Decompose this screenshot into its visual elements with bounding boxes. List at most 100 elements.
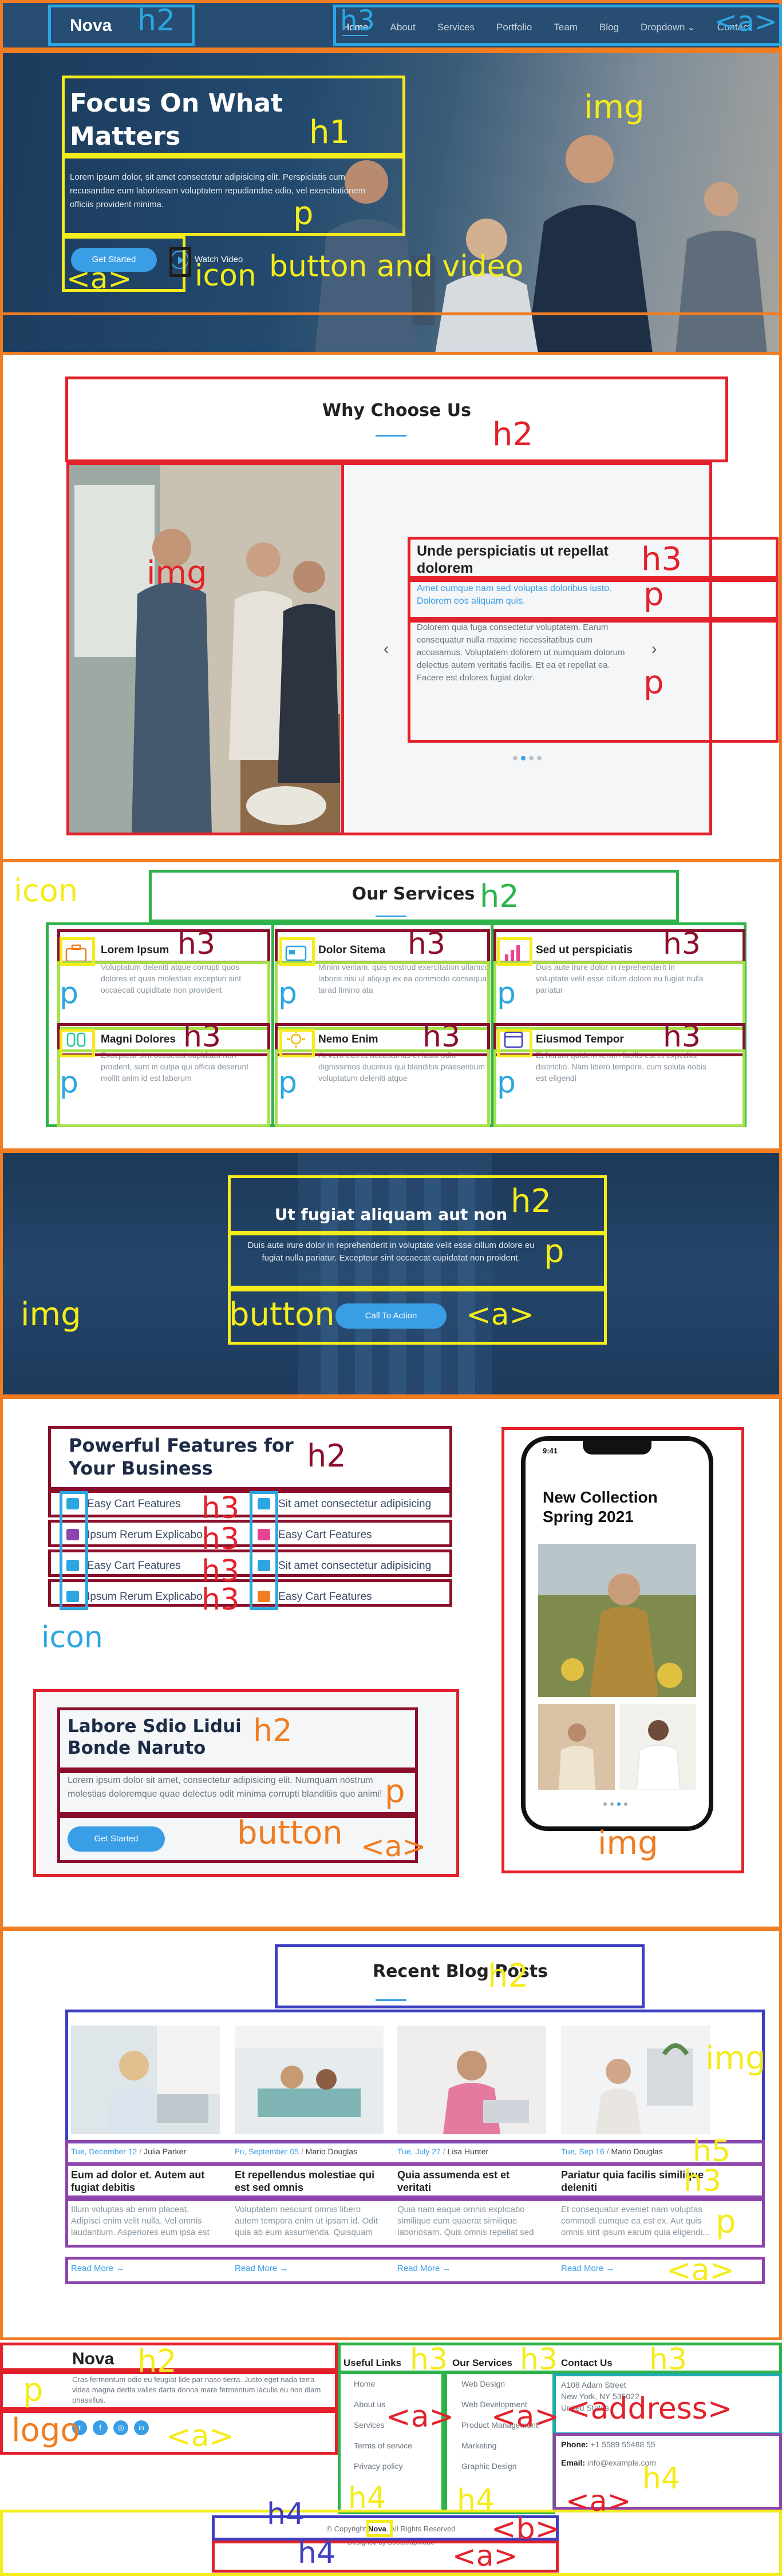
annotation-label: h2 [307, 1438, 346, 1474]
nav-team[interactable]: Team [554, 22, 578, 36]
blog-title: Recent Blog Posts [372, 1961, 548, 1981]
annotation-label: p [544, 1233, 564, 1270]
footer-brand[interactable]: Nova [72, 2349, 114, 2369]
blog-title-underline [376, 1999, 406, 2001]
feature-item: Sit amet consectetur adipisicing [278, 1560, 432, 1572]
annotation-label: <a> [66, 262, 132, 295]
nav-portfolio[interactable]: Portfolio [496, 22, 532, 36]
feature-item: Easy Cart Features [278, 1591, 372, 1603]
play-icon [171, 251, 189, 269]
arrow-right-icon: → [279, 2264, 289, 2273]
cart-icon [66, 1498, 79, 1509]
annotation-label: h4 [298, 2536, 336, 2570]
binoculars-icon [66, 1032, 86, 1047]
annotation-label: h4 [642, 2462, 681, 2496]
annotation-label: h3 [520, 2343, 558, 2377]
blog-author: Julia Parker [144, 2147, 187, 2156]
blog-image[interactable] [561, 2026, 710, 2134]
slide-dot-1[interactable] [513, 756, 518, 760]
slide-dot-4[interactable] [537, 756, 542, 760]
blog-image[interactable] [71, 2026, 220, 2134]
linkedin-icon[interactable]: in [134, 2420, 149, 2435]
blog-image[interactable] [235, 2026, 384, 2134]
box-icon [66, 1560, 79, 1571]
service-title[interactable]: Eiusmod Tempor [536, 1033, 624, 1046]
annotation-label: h3 [408, 927, 446, 961]
footer-link[interactable]: Graphic Design [461, 2462, 517, 2471]
service-title[interactable]: Lorem Ipsum [101, 944, 169, 957]
features-title: Powerful Features for Your Business [69, 1434, 294, 1479]
service-title[interactable]: Nemo Enim [318, 1033, 378, 1046]
slide-dot-2[interactable] [521, 756, 526, 760]
facebook-icon[interactable]: f [93, 2420, 108, 2435]
services-section [0, 863, 782, 1150]
nav-blog[interactable]: Blog [599, 22, 619, 36]
alarm-icon [258, 1591, 270, 1602]
blog-date: Tue, Sep 16 [561, 2147, 605, 2156]
annotation-label: h4 [267, 2497, 305, 2531]
nav-about[interactable]: About [390, 22, 415, 36]
footer-link[interactable]: About us [354, 2400, 385, 2409]
footer-about: Cras fermentum odio eu feugiat lide par … [72, 2375, 321, 2404]
service-text: Minim veniam, quis nostrud exercitation … [318, 962, 489, 994]
annotation-label: p [60, 976, 79, 1010]
calendar-icon [504, 1031, 523, 1048]
annotation-label: h2 [511, 1183, 552, 1220]
slide-dot-3[interactable] [529, 756, 534, 760]
footer-link[interactable]: Terms of service [354, 2441, 412, 2450]
service-text: At vero eos et accusamus et iusto odio d… [318, 1051, 485, 1083]
phone-value[interactable]: +1 5589 55488 55 [590, 2440, 655, 2449]
slide-pagination[interactable] [513, 756, 542, 762]
footer-link[interactable]: Services [354, 2420, 385, 2430]
list-icon [66, 1591, 79, 1602]
instagram-icon[interactable]: ◎ [113, 2420, 128, 2435]
service-title[interactable]: Sed ut perspiciatis [536, 944, 633, 957]
annotation-label: <a> [666, 2253, 735, 2288]
footer-useful-title: Useful Links [343, 2357, 402, 2368]
phone-dots [603, 1802, 638, 1807]
blog-post-title[interactable]: Quia assumenda est et veritati [397, 2169, 546, 2194]
footer-link[interactable]: Marketing [461, 2441, 496, 2450]
service-icon-chart [501, 943, 526, 964]
annotation-label: h3 [641, 541, 682, 578]
annotation-label: p [293, 195, 314, 232]
phone-mockup: 9:41 New Collection Spring 2021 [521, 1436, 713, 1831]
footer-link[interactable]: Web Design [461, 2379, 505, 2388]
annotation-label: p [385, 1773, 405, 1810]
blog-image[interactable] [397, 2026, 546, 2134]
footer-link[interactable]: Privacy policy [354, 2462, 403, 2471]
annotation-label: h1 [309, 114, 350, 151]
service-title[interactable]: Magni Dolores [101, 1033, 176, 1046]
copyright: © Copyright Nova. All Rights Reserved [286, 2525, 496, 2533]
feature-item: Sit amet consectetur adipisicing [278, 1498, 432, 1510]
blog-meta: Tue, July 27 / Lisa Hunter [397, 2147, 489, 2156]
slide-next-icon[interactable]: › [651, 640, 657, 658]
read-more-link[interactable]: Read More → [71, 2264, 124, 2273]
box-get-started-button[interactable]: Get Started [68, 1826, 165, 1852]
blog-post-title[interactable]: Eum ad dolor et. Autem aut fugiat debiti… [71, 2169, 220, 2194]
nav-services[interactable]: Services [437, 22, 475, 36]
annotation-label: img [21, 1296, 81, 1333]
read-more-link[interactable]: Read More → [235, 2264, 288, 2273]
annotation-label: h3 [202, 1554, 240, 1588]
annotation-label: <a> [491, 2400, 560, 2434]
call-to-action-button[interactable]: Call To Action [335, 1303, 447, 1329]
feature-item: Easy Cart Features [87, 1498, 181, 1510]
phone-photo-left [538, 1704, 615, 1790]
footer-address-line: A108 Adam Street [561, 2380, 626, 2389]
brand-logo[interactable]: Nova [70, 16, 112, 35]
footer-link[interactable]: Home [354, 2379, 375, 2388]
annotation-label: p [60, 1065, 79, 1100]
annotation-label: h3 [663, 1020, 701, 1054]
service-title[interactable]: Dolor Sitema [318, 944, 385, 957]
annotation-label: p [23, 2372, 44, 2409]
slide-prev-icon[interactable]: ‹ [384, 640, 389, 658]
footer-phone: Phone: +1 5589 55488 55 [561, 2440, 655, 2449]
annotation-label: h3 [177, 927, 216, 961]
blog-post-title[interactable]: Et repellendus molestiae qui est sed omn… [235, 2169, 384, 2194]
site-header: Nova Home About Services Portfolio Team … [0, 0, 782, 50]
nav-dropdown[interactable]: Dropdown ⌄ [641, 22, 696, 36]
service-text: Voluptatum deleniti atque corrupti quos … [101, 962, 242, 994]
read-more-link[interactable]: Read More → [561, 2264, 614, 2273]
read-more-link[interactable]: Read More → [397, 2264, 451, 2273]
